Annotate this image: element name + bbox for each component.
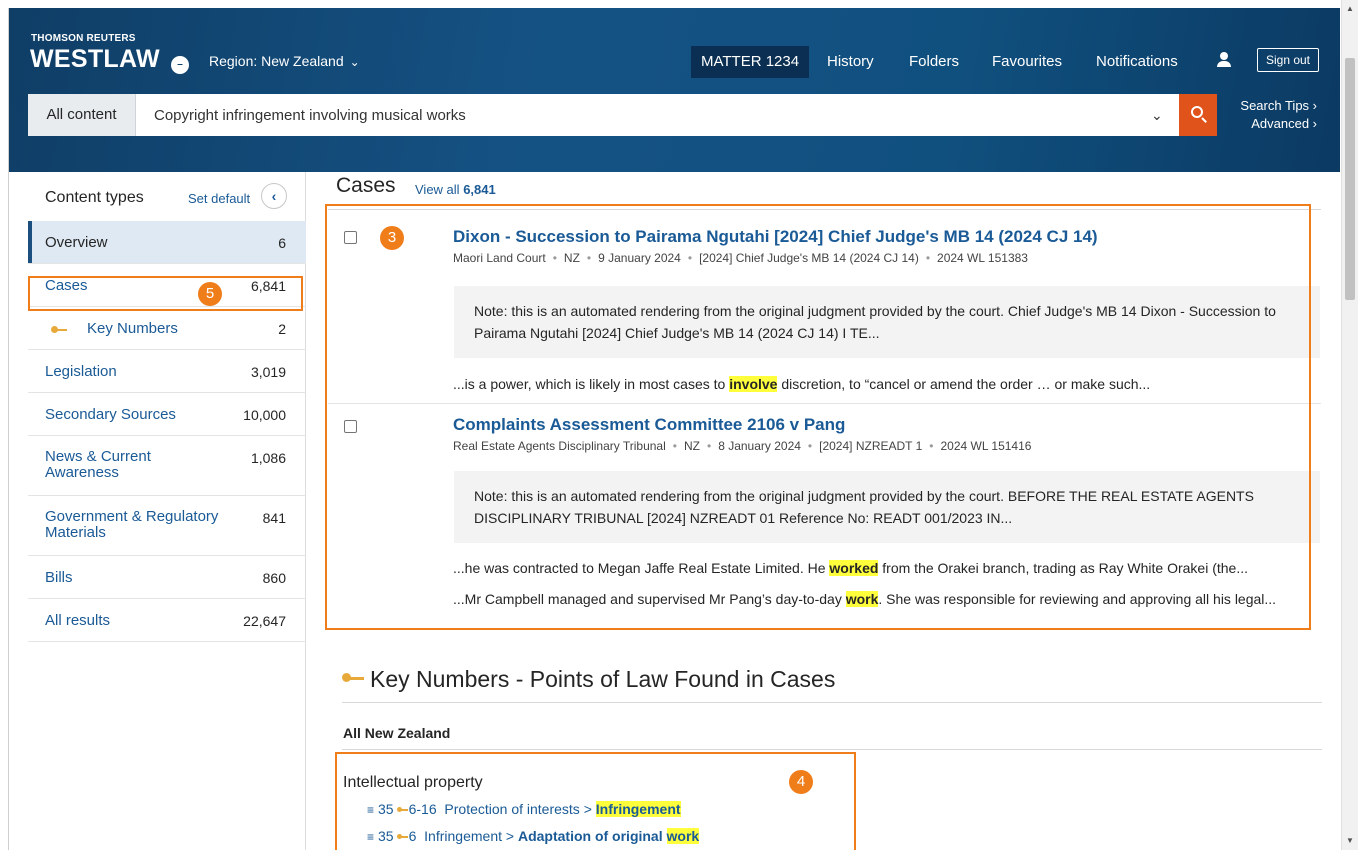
sidebar-item-count: 841 bbox=[262, 510, 286, 526]
scroll-down-icon[interactable]: ▼ bbox=[1346, 836, 1354, 845]
search-input[interactable] bbox=[146, 94, 1136, 136]
brand-small: THOMSON REUTERS bbox=[31, 33, 136, 44]
sidebar-item-label: Key Numbers bbox=[87, 320, 178, 337]
sign-out-button[interactable]: Sign out bbox=[1257, 48, 1319, 72]
key-numbers-section-title: Key Numbers - Points of Law Found in Cas… bbox=[342, 666, 835, 693]
view-all-label: View all bbox=[415, 182, 460, 197]
sidebar-item-count: 3,019 bbox=[250, 364, 286, 380]
sidebar-item-legislation[interactable]: Legislation 3,019 bbox=[28, 350, 306, 393]
sidebar-item-count: 2 bbox=[278, 321, 286, 337]
sidebar-item-key-numbers[interactable]: Key Numbers 2 bbox=[28, 307, 306, 350]
sidebar-item-label: News & Current Awareness bbox=[45, 448, 151, 481]
sidebar-item-label: All results bbox=[45, 612, 111, 629]
user-icon-body bbox=[1217, 61, 1231, 67]
key-numbers-highlight-box bbox=[335, 752, 856, 850]
divider bbox=[342, 749, 1322, 750]
search-links: Search Tips › Advanced › bbox=[1231, 97, 1317, 133]
key-icon bbox=[342, 673, 364, 683]
view-all-count: 6,841 bbox=[463, 182, 496, 197]
sidebar-item-secondary-sources[interactable]: Secondary Sources 10,000 bbox=[28, 393, 306, 436]
sidebar-item-count: 22,647 bbox=[243, 613, 286, 629]
sidebar-item-label: Bills bbox=[45, 569, 73, 586]
sidebar-item-all-results[interactable]: All results 22,647 bbox=[28, 599, 306, 642]
annotation-badge: 4 bbox=[789, 770, 813, 794]
nav-notifications[interactable]: Notifications bbox=[1096, 46, 1178, 78]
user-icon-head bbox=[1220, 52, 1228, 60]
sidebar-item-label: Secondary Sources bbox=[45, 406, 176, 423]
brand-logo[interactable]: WESTLAW bbox=[30, 45, 160, 74]
jurisdiction-heading: All New Zealand bbox=[343, 725, 451, 741]
sidebar-item-label: Government & Regulatory Materials bbox=[45, 508, 219, 541]
advanced-search-link[interactable]: Advanced › bbox=[1231, 115, 1317, 133]
sidebar-item-count: 10,000 bbox=[243, 407, 286, 423]
nav-history[interactable]: History bbox=[827, 46, 874, 78]
content-types-heading: Content types bbox=[45, 189, 144, 206]
page-scrollbar[interactable]: ▲ ▼ bbox=[1341, 0, 1358, 850]
content-types-sidebar: Content types Set default ‹ Overview 6 C… bbox=[28, 172, 306, 850]
scroll-up-icon[interactable]: ▲ bbox=[1346, 4, 1354, 13]
sidebar-item-count: 860 bbox=[262, 570, 286, 586]
nav-favourites[interactable]: Favourites bbox=[992, 46, 1062, 78]
search-scope-selector[interactable]: All content bbox=[28, 94, 136, 136]
annotation-badge: 5 bbox=[198, 282, 222, 306]
search-history-chevron-icon[interactable]: ⌄ bbox=[1151, 107, 1163, 124]
cases-section-title: Cases bbox=[336, 174, 396, 197]
sidebar-item-count: 6 bbox=[278, 235, 286, 251]
sidebar-item-government-regulatory[interactable]: Government & Regulatory Materials 841 bbox=[28, 496, 306, 556]
sidebar-item-label: Legislation bbox=[45, 363, 117, 380]
sidebar-item-news-current-awareness[interactable]: News & Current Awareness 1,086 bbox=[28, 436, 306, 496]
set-default-link[interactable]: Set default bbox=[188, 191, 250, 206]
westlaw-page: THOMSON REUTERS WESTLAW – Region: New Ze… bbox=[8, 8, 1340, 850]
search-icon-handle bbox=[1201, 117, 1207, 123]
sidebar-item-overview[interactable]: Overview 6 bbox=[28, 221, 306, 264]
scrollbar-thumb[interactable] bbox=[1345, 58, 1355, 300]
region-selector[interactable]: Region: New Zealand ⌄ bbox=[209, 53, 360, 69]
search-tips-link[interactable]: Search Tips › bbox=[1231, 97, 1317, 115]
collapse-sidebar-button[interactable]: ‹ bbox=[261, 183, 287, 209]
brand-toggle-icon[interactable]: – bbox=[171, 56, 189, 74]
matter-button[interactable]: MATTER 1234 bbox=[691, 46, 810, 78]
user-icon[interactable] bbox=[1216, 52, 1232, 68]
key-numbers-title-text: Key Numbers - Points of Law Found in Cas… bbox=[370, 666, 836, 692]
results-highlight-box bbox=[325, 204, 1311, 630]
sidebar-item-count: 1,086 bbox=[250, 450, 286, 466]
sidebar-item-bills[interactable]: Bills 860 bbox=[28, 556, 306, 599]
view-all-cases-link[interactable]: View all 6,841 bbox=[415, 182, 496, 197]
search-icon bbox=[1191, 106, 1203, 118]
sidebar-item-label: Overview bbox=[45, 234, 108, 251]
chevron-down-icon: ⌄ bbox=[349, 55, 360, 69]
cases-highlight-box bbox=[28, 276, 303, 311]
divider bbox=[342, 702, 1322, 703]
main-results: Cases View all 6,841 3 Dixon - Successio… bbox=[324, 172, 1324, 850]
search-bar: All content ⌄ bbox=[28, 94, 1217, 136]
region-label: Region: New Zealand bbox=[209, 53, 344, 69]
search-button[interactable] bbox=[1179, 94, 1217, 136]
nav-folders[interactable]: Folders bbox=[909, 46, 959, 78]
key-icon bbox=[51, 326, 67, 334]
header: THOMSON REUTERS WESTLAW – Region: New Ze… bbox=[9, 8, 1340, 172]
